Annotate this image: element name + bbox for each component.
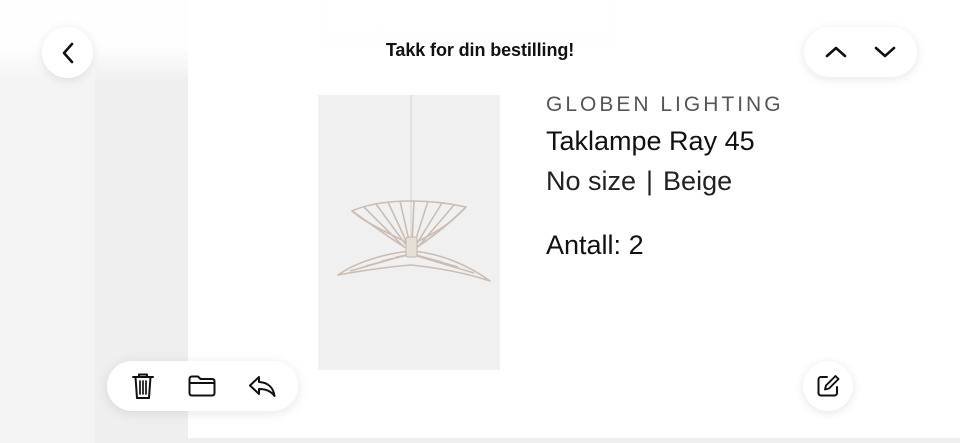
- back-button[interactable]: [42, 27, 93, 78]
- next-message-button[interactable]: [863, 30, 907, 74]
- product-size: No size: [546, 166, 637, 196]
- variant-separator: |: [646, 166, 654, 196]
- reply-icon: [247, 373, 277, 399]
- product-brand: GLOBEN LIGHTING: [546, 93, 784, 116]
- product-color: Beige: [663, 166, 733, 196]
- chevron-left-icon: [60, 41, 76, 65]
- reply-button[interactable]: [238, 364, 286, 408]
- product-details: GLOBEN LIGHTING Taklampe Ray 45 No size |…: [546, 92, 784, 261]
- bottom-toolbar: [107, 361, 298, 411]
- product-quantity: Antall: 2: [546, 229, 784, 261]
- trash-icon: [130, 371, 156, 401]
- folder-icon: [187, 374, 217, 398]
- product-variant: No size | Beige: [546, 165, 784, 197]
- chevron-down-icon: [873, 44, 897, 60]
- pendant-lamp-illustration: [337, 95, 491, 282]
- quantity-value: 2: [628, 230, 644, 260]
- compose-button[interactable]: [803, 361, 853, 411]
- compose-icon: [815, 373, 841, 399]
- product-name: Taklampe Ray 45: [546, 126, 755, 156]
- product-image: [318, 95, 500, 370]
- chevron-up-icon: [824, 44, 848, 60]
- delete-button[interactable]: [119, 364, 167, 408]
- previous-message-button[interactable]: [814, 30, 858, 74]
- message-navigation: [804, 27, 917, 77]
- move-to-folder-button[interactable]: [178, 364, 226, 408]
- quantity-label: Antall:: [546, 230, 622, 260]
